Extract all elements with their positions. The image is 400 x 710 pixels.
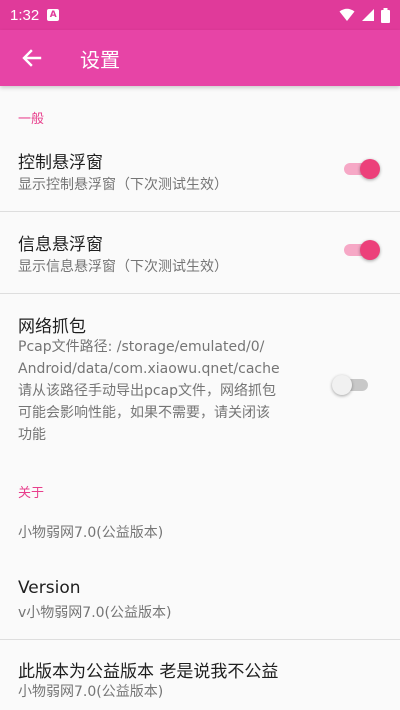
status-bar: 1:32 A bbox=[0, 0, 400, 30]
summary-line: 功能 bbox=[18, 427, 46, 443]
pref-title: 网络抓包 bbox=[18, 317, 86, 337]
pref-summary: 小物弱网7.0(公益版本) bbox=[18, 684, 164, 700]
summary-line: Android/data/com.xiaowu.qnet/cache bbox=[18, 361, 280, 377]
page-title: 设置 bbox=[80, 47, 120, 72]
back-button[interactable] bbox=[0, 30, 64, 86]
settings-list: 一般 控制悬浮窗 显示控制悬浮窗（下次测试生效） 信息悬浮窗 显示信息悬浮窗（下… bbox=[0, 86, 400, 710]
wifi-icon bbox=[339, 8, 355, 21]
pref-title: 控制悬浮窗 bbox=[18, 153, 103, 173]
section-header-general: 一般 bbox=[18, 112, 45, 127]
about-charity[interactable]: 此版本为公益版本 老是说我不公益 小物弱网7.0(公益版本) bbox=[0, 640, 400, 710]
packet-capture-switch[interactable] bbox=[332, 374, 372, 396]
section-header-about: 关于 bbox=[18, 486, 45, 501]
status-time: 1:32 bbox=[10, 6, 40, 24]
switch-thumb bbox=[360, 159, 380, 179]
summary-line: 可能会影响性能，如果不需要，请关闭该 bbox=[18, 405, 270, 421]
pref-packet-capture[interactable]: 网络抓包 Pcap文件路径: /storage/emulated/0/ Andr… bbox=[0, 294, 400, 454]
pref-info-float[interactable]: 信息悬浮窗 显示信息悬浮窗（下次测试生效） bbox=[0, 212, 400, 293]
app-bar: 设置 bbox=[0, 30, 400, 86]
switch-thumb bbox=[332, 375, 352, 395]
pref-summary: 显示信息悬浮窗（下次测试生效） bbox=[18, 259, 228, 275]
notification-icon: A bbox=[47, 9, 60, 21]
pref-control-float[interactable]: 控制悬浮窗 显示控制悬浮窗（下次测试生效） bbox=[0, 132, 400, 212]
pref-summary: Pcap文件路径: /storage/emulated/0/ Android/d… bbox=[18, 336, 328, 446]
signal-icon bbox=[362, 9, 374, 21]
control-float-switch[interactable] bbox=[340, 158, 380, 180]
app-name: 小物弱网7.0(公益版本) bbox=[18, 525, 164, 541]
arrow-left-icon bbox=[22, 49, 42, 67]
pref-title: 信息悬浮窗 bbox=[18, 235, 103, 255]
pref-summary: v小物弱网7.0(公益版本) bbox=[18, 605, 172, 621]
info-float-switch[interactable] bbox=[340, 239, 380, 261]
battery-icon bbox=[381, 7, 390, 23]
pref-summary: 显示控制悬浮窗（下次测试生效） bbox=[18, 177, 228, 193]
switch-thumb bbox=[360, 240, 380, 260]
status-icons bbox=[339, 7, 390, 23]
about-app-name[interactable]: 小物弱网7.0(公益版本) bbox=[0, 506, 400, 562]
about-version[interactable]: Version v小物弱网7.0(公益版本) bbox=[0, 560, 400, 640]
summary-line: Pcap文件路径: /storage/emulated/0/ bbox=[18, 339, 265, 355]
pref-title: 此版本为公益版本 老是说我不公益 bbox=[18, 662, 279, 682]
summary-line: 请从该路径手动导出pcap文件，网络抓包 bbox=[18, 383, 277, 399]
pref-title: Version bbox=[18, 578, 81, 598]
